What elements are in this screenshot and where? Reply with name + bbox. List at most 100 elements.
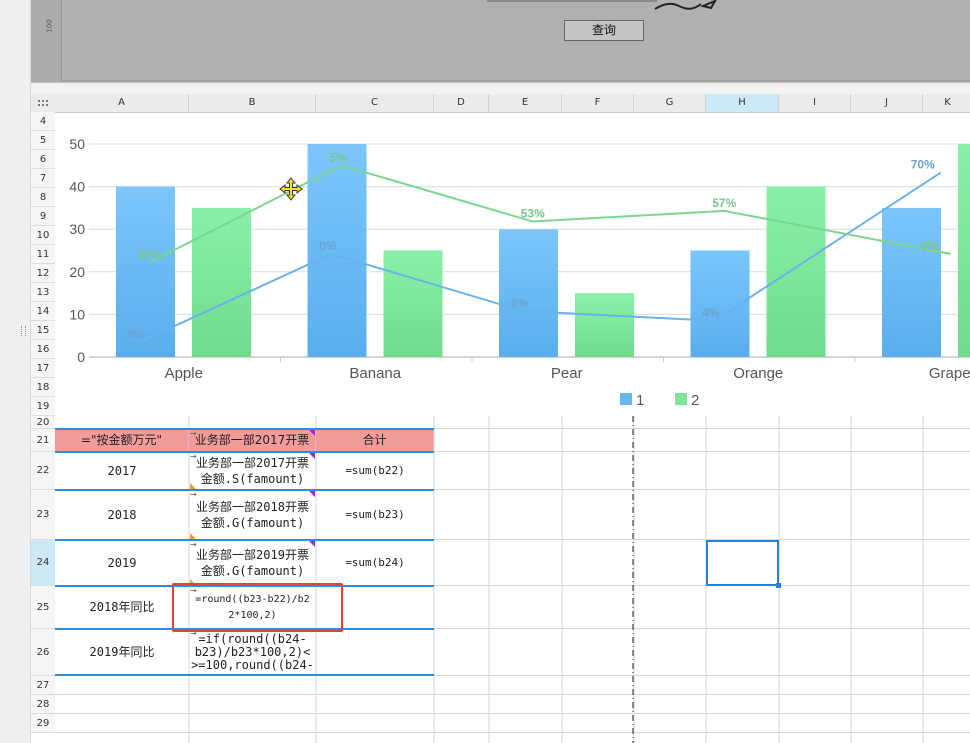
cell-marker-purple — [309, 430, 315, 436]
row-header-23[interactable]: 23 — [31, 490, 55, 540]
fill-handle[interactable] — [776, 583, 781, 588]
x-tick-label: Pear — [551, 365, 583, 382]
row-header-5[interactable]: 5 — [31, 131, 55, 150]
line-data-label: 8% — [511, 296, 529, 310]
row-header-24[interactable]: 24 — [31, 540, 55, 586]
column-header-j[interactable]: J — [851, 94, 923, 112]
cell-b22[interactable]: 业务部一部2017开票 金额.S(famount) — [189, 452, 316, 490]
row-border-line — [55, 451, 434, 453]
signature-scribble-icon — [654, 0, 717, 10]
expand-arrow-icon: → — [190, 452, 197, 461]
y-tick-label: 20 — [69, 264, 85, 280]
y-tick-label: 10 — [69, 306, 85, 322]
expand-arrow-icon: → — [190, 540, 197, 549]
bar-2-orange — [766, 186, 826, 357]
row-header-26[interactable]: 26 — [31, 629, 55, 676]
row-header-6[interactable]: 6 — [31, 150, 55, 169]
select-all-corner[interactable] — [31, 94, 55, 112]
move-cursor-icon — [279, 177, 303, 201]
cell-a26[interactable]: 2019年同比 — [55, 629, 189, 676]
row-header-17[interactable]: 17 — [31, 359, 55, 378]
line-data-label: 5% — [329, 150, 347, 164]
cell-a22[interactable]: 2017 — [55, 452, 189, 490]
y-tick-label: 30 — [69, 221, 85, 237]
column-header-h[interactable]: H — [706, 94, 779, 112]
cell-b23[interactable]: 业务部一部2018开票 金额.G(famount) — [189, 490, 316, 540]
query-panel: 100 查询 — [31, 0, 970, 83]
query-button[interactable]: 查询 — [564, 20, 644, 41]
line-data-label: 36% — [138, 247, 162, 261]
column-header-a[interactable]: A — [55, 94, 189, 112]
column-header-c[interactable]: C — [316, 94, 434, 112]
bar-2-grape — [958, 144, 970, 357]
cell-a25[interactable]: 2018年同比 — [55, 586, 189, 629]
line-data-label: 0% — [921, 239, 939, 253]
column-header-b[interactable]: B — [189, 94, 316, 112]
row-border-line — [55, 489, 434, 491]
cell-marker-orange — [190, 483, 196, 489]
row-header-22[interactable]: 22 — [31, 452, 55, 490]
x-tick-label: Grape — [929, 365, 970, 382]
column-header: ABCDEFGHIJK — [31, 94, 970, 113]
column-header-d[interactable]: D — [434, 94, 489, 112]
row-header-25[interactable]: 25 — [31, 586, 55, 629]
row-header-13[interactable]: 13 — [31, 283, 55, 302]
bar-line-chart: 0 10 20 30 40 50 Apple Banana Pear Orange Grape 5% 0… — [69, 136, 970, 409]
row-header-21[interactable]: 21 — [31, 429, 55, 452]
row-header-29[interactable]: 29 — [31, 714, 55, 733]
selected-cell-h24[interactable] — [706, 540, 781, 588]
bar-1-banana — [307, 144, 367, 357]
column-header-k[interactable]: K — [923, 94, 970, 112]
header-cell-a[interactable]: ="按金额万元" — [55, 429, 189, 452]
row-header-14[interactable]: 14 — [31, 302, 55, 321]
y-tick-label: 50 — [69, 136, 85, 152]
line-data-label: 5% — [128, 327, 146, 341]
cell-c24[interactable]: =sum(b24) — [316, 540, 434, 586]
row-header-11[interactable]: 11 — [31, 245, 55, 264]
line-data-label: 0% — [319, 239, 337, 253]
header-cell-c[interactable]: 合计 — [316, 429, 434, 452]
row-header-20[interactable]: 20 — [31, 416, 55, 429]
splitter-grip[interactable] — [21, 326, 26, 336]
column-header-f[interactable]: F — [562, 94, 634, 112]
bar-2-pear — [575, 293, 634, 357]
row-header-28[interactable]: 28 — [31, 695, 55, 714]
cell-c23[interactable]: =sum(b23) — [316, 490, 434, 540]
header-cell-b[interactable]: 业务部一部2017开票 — [189, 429, 316, 452]
row-header-18[interactable]: 18 — [31, 378, 55, 397]
cell-c26[interactable] — [316, 629, 434, 676]
grid-dots-icon — [38, 100, 48, 106]
cell-c22[interactable]: =sum(b22) — [316, 452, 434, 490]
x-tick-label: Banana — [349, 365, 401, 382]
bar-1-apple — [116, 186, 175, 357]
cell-marker-purple — [309, 453, 315, 459]
row-header-27[interactable]: 27 — [31, 676, 55, 695]
row-header-8[interactable]: 8 — [31, 188, 55, 207]
x-tick-label: Orange — [733, 365, 783, 382]
cell-b26[interactable]: =if(round((b24- b23)/b23*100,2)< >=100,rou… — [189, 629, 316, 676]
column-header-g[interactable]: G — [634, 94, 706, 112]
row-header-19[interactable]: 19 — [31, 397, 55, 416]
column-header-e[interactable]: E — [489, 94, 562, 112]
cell-a24[interactable]: 2019 — [55, 540, 189, 586]
row-header-16[interactable]: 16 — [31, 340, 55, 359]
row-header-15[interactable]: 15 — [31, 321, 55, 340]
cell-b26-line: >=100,round((b24- — [191, 658, 314, 672]
cell-a23[interactable]: 2018 — [55, 490, 189, 540]
row-header-7[interactable]: 7 — [31, 169, 55, 188]
cell-b24[interactable]: 业务部一部2019开票 金额.G(famount) — [189, 540, 316, 586]
legend-swatch-1 — [620, 393, 632, 405]
ruler-label: 100 — [45, 19, 54, 33]
column-header-i[interactable]: I — [779, 94, 851, 112]
row-header-9[interactable]: 9 — [31, 207, 55, 226]
legend-label-2: 2 — [691, 392, 699, 409]
legend-label-1: 1 — [636, 392, 644, 409]
row-header-12[interactable]: 12 — [31, 264, 55, 283]
cell-b24-line: 金额.G(famount) — [200, 564, 305, 578]
highlight-box — [172, 583, 343, 632]
row-header-4[interactable]: 4 — [31, 112, 55, 131]
cell-marker-orange — [190, 533, 196, 539]
row-header-10[interactable]: 10 — [31, 226, 55, 245]
query-panel-body — [61, 0, 970, 81]
panel-top-bar — [487, 0, 657, 2]
